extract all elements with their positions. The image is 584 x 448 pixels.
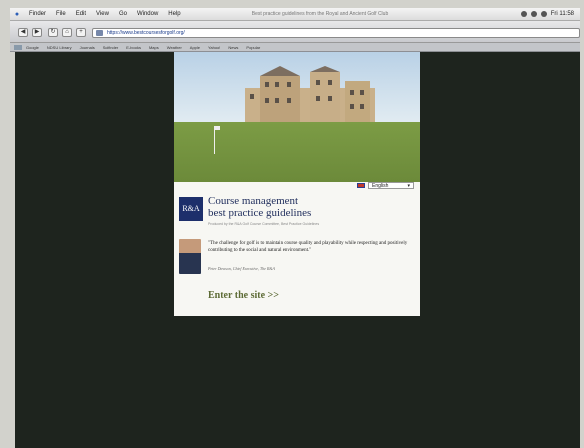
screen-frame: ● Finder File Edit View Go Window Help B…: [0, 0, 584, 448]
menu-file[interactable]: File: [51, 11, 71, 17]
back-button[interactable]: ◀: [18, 28, 28, 37]
language-dropdown[interactable]: English ▾: [368, 182, 414, 189]
status-area: Fri 11:58: [520, 11, 574, 91]
volume-icon[interactable]: [540, 11, 547, 17]
splash-card: English ▾ R&A Course management best pra…: [174, 52, 420, 316]
language-selector[interactable]: English ▾: [357, 182, 414, 189]
bookmarks-icon[interactable]: [14, 44, 22, 50]
menu-view[interactable]: View: [91, 11, 114, 17]
flagstick: [214, 126, 215, 154]
menu-help[interactable]: Help: [163, 11, 185, 17]
site-icon: [96, 30, 103, 36]
menu-edit[interactable]: Edit: [71, 11, 91, 17]
bookmarks-bar: Google NDSU Library Journals Scifinder E…: [10, 43, 580, 52]
apple-icon[interactable]: ●: [10, 11, 24, 18]
address-bar[interactable]: https://www.bestcoursesforgolf.org/: [92, 28, 580, 38]
bookmark-item[interactable]: Maps: [145, 45, 163, 50]
reload-button[interactable]: ↻: [48, 28, 58, 37]
menu-window[interactable]: Window: [132, 11, 163, 17]
window-title: Best practice guidelines from the Royal …: [251, 11, 389, 17]
bookmark-item[interactable]: News: [224, 45, 242, 50]
fairway: [174, 122, 420, 182]
menu-bar: ● Finder File Edit View Go Window Help B…: [10, 8, 580, 91]
bookmark-item[interactable]: Weather: [163, 45, 186, 50]
clubhouse-image: [245, 66, 375, 124]
quote-attribution: Peter Dawson, Chief Executive, The R&A: [208, 266, 275, 271]
bookmark-item[interactable]: NDSU Library: [43, 45, 76, 50]
clock[interactable]: Fri 11:58: [551, 11, 574, 17]
bookmark-item[interactable]: Apple: [186, 45, 204, 50]
url-text: https://www.bestcoursesforgolf.org/: [107, 30, 185, 36]
title-line-1: Course management: [208, 195, 299, 207]
language-value: English: [372, 183, 389, 189]
home-button[interactable]: ⌂: [62, 28, 72, 37]
chevron-down-icon: ▾: [407, 183, 410, 189]
wifi-icon[interactable]: [530, 11, 537, 17]
bookmark-item[interactable]: Journals: [76, 45, 99, 50]
bluetooth-icon[interactable]: [520, 11, 527, 17]
bookmark-item[interactable]: Scifinder: [99, 45, 123, 50]
menu-finder[interactable]: Finder: [24, 11, 51, 17]
uk-flag-icon: [357, 183, 365, 188]
quote-text: "The challenge for golf is to maintain c…: [208, 241, 408, 253]
forward-button[interactable]: ▶: [32, 28, 42, 37]
flag-icon: [215, 126, 220, 130]
portrait-photo: [179, 239, 201, 274]
add-bookmark-button[interactable]: +: [76, 28, 86, 37]
subtitle: Produced by the R&A Golf Course Committe…: [208, 222, 320, 226]
page-viewport: English ▾ R&A Course management best pra…: [15, 52, 580, 448]
menu-go[interactable]: Go: [114, 11, 132, 17]
bookmark-item[interactable]: Google: [22, 45, 43, 50]
bookmark-item[interactable]: E-books: [122, 45, 145, 50]
bookmark-item[interactable]: Yahoo!: [204, 45, 224, 50]
randa-logo: R&A: [179, 197, 203, 221]
bookmark-item[interactable]: Popular: [242, 45, 264, 50]
enter-site-link[interactable]: Enter the site >>: [208, 290, 279, 301]
browser-toolbar: ◀ ▶ ↻ ⌂ + https://www.bestcoursesforgolf…: [10, 21, 580, 43]
title-line-2: best practice guidelines: [208, 207, 312, 219]
page-title: Course management best practice guidelin…: [208, 195, 311, 219]
hero-image: [174, 52, 420, 182]
